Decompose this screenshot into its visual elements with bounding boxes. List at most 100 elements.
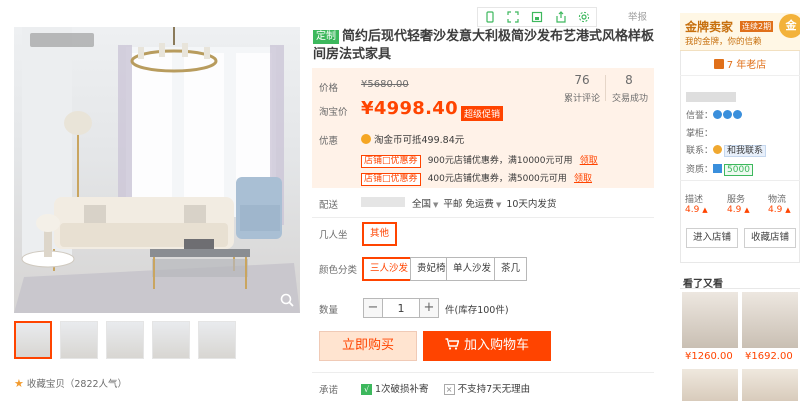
- service-item-1[interactable]: 1次破损补寄: [375, 384, 429, 395]
- also-viewed-item-4[interactable]: [742, 369, 798, 401]
- coupon-claim-link[interactable]: 领取: [574, 174, 592, 184]
- diamond-icon: [713, 110, 723, 119]
- also-viewed-item-2[interactable]: [742, 292, 798, 348]
- sale-price-label: 淘宝价: [319, 107, 348, 118]
- thumbnail-3[interactable]: [106, 321, 144, 359]
- stock-text: 件(库存100件): [445, 305, 509, 316]
- license-icon: [713, 164, 723, 173]
- cart-icon: [445, 338, 460, 350]
- share-icon[interactable]: [555, 11, 567, 23]
- credit-row: 信誉：: [686, 108, 743, 121]
- divider: [680, 180, 800, 181]
- also-viewed-price-2: ¥1692.00: [745, 351, 793, 362]
- thumbnail-strip: [14, 321, 304, 363]
- shop-icon: [713, 59, 724, 69]
- arrow-up-icon: ▲: [785, 206, 791, 214]
- arrow-up-icon: ▲: [702, 206, 708, 214]
- thumbnail-4[interactable]: [152, 321, 190, 359]
- quantity-input[interactable]: [383, 298, 419, 318]
- chevron-down-icon: ▼: [433, 201, 439, 209]
- reviews-count[interactable]: 76: [566, 73, 598, 87]
- color-label: 颜色分类: [319, 265, 358, 276]
- promo-label: 优惠: [319, 136, 339, 147]
- coupon-claim-link[interactable]: 领取: [580, 156, 598, 166]
- shipping-label: 配送: [319, 200, 339, 211]
- keeper-label: 掌柜：: [686, 129, 714, 139]
- contact-seller-link[interactable]: 和我联系: [724, 145, 767, 157]
- option-seats-other[interactable]: 其他: [362, 222, 398, 246]
- reviews-label[interactable]: 累计评论: [562, 91, 602, 104]
- gold-streak-badge: 连续2期: [740, 21, 774, 32]
- product-title-text: 简约后现代轻奢沙发意大利极简沙发布艺港式风格样板间房法式家具: [313, 29, 655, 62]
- phone-icon[interactable]: [484, 11, 496, 23]
- deposit-badge[interactable]: 5000: [724, 164, 753, 176]
- coupon-tag: 店铺□优惠券: [361, 155, 421, 168]
- score-desc-value: 4.9 ▲: [685, 205, 708, 215]
- qualification-row: 资质： 5000: [686, 162, 753, 176]
- original-price: ¥5680.00: [361, 79, 409, 90]
- gold-seller-title: 金牌卖家: [685, 20, 734, 34]
- coupon-1: 店铺□优惠券 900元店铺优惠券，满10000元可用 领取: [361, 153, 598, 168]
- stat-divider: [605, 75, 606, 101]
- also-viewed-price-1: ¥1260.00: [685, 351, 733, 362]
- settings-icon[interactable]: [578, 11, 590, 23]
- gold-medal-icon: 金: [779, 14, 800, 38]
- enter-shop-button[interactable]: 进入店铺: [686, 228, 738, 248]
- shipping-method: 平邮 免运费: [443, 199, 494, 210]
- star-icon: ★: [14, 376, 24, 390]
- shipping-eta: 10天内发货: [506, 199, 557, 210]
- add-to-cart-button[interactable]: 加入购物车: [423, 331, 551, 361]
- share-toolbar: [477, 7, 597, 27]
- favorite-item[interactable]: ★ 收藏宝贝（2822人气）: [14, 376, 127, 391]
- shop-age: 7 年老店: [680, 56, 800, 76]
- shop-name-blurred[interactable]: [686, 92, 736, 102]
- service-label: 承诺: [319, 385, 339, 396]
- thumbnail-1[interactable]: [14, 321, 52, 359]
- option-single-sofa[interactable]: 单人沙发: [446, 257, 499, 281]
- also-viewed-item-1[interactable]: [682, 292, 738, 348]
- save-icon[interactable]: [531, 11, 543, 23]
- divider: [312, 372, 654, 373]
- save-shop-button[interactable]: 收藏店铺: [744, 228, 796, 248]
- coupon-text: 400元店铺优惠券，满5000元可用: [427, 174, 567, 184]
- score-service-value: 4.9 ▲: [727, 205, 750, 215]
- thumbnail-5[interactable]: [198, 321, 236, 359]
- contact-row: 联系： 和我联系: [686, 143, 767, 157]
- service-item-2[interactable]: 不支持7天无理由: [458, 384, 531, 395]
- shop-age-text: 7 年老店: [726, 60, 767, 71]
- option-coffee-table[interactable]: 茶几: [494, 257, 528, 281]
- score-desc-label: 描述: [685, 195, 704, 205]
- shipping-region[interactable]: 全国: [412, 199, 431, 210]
- coupon-text: 900元店铺优惠券，满10000元可用: [427, 156, 573, 166]
- coin-text: 淘金币可抵499.84元: [374, 135, 465, 146]
- shipping-origin-blurred: [361, 197, 405, 207]
- score-logistics-label: 物流: [768, 195, 787, 205]
- divider: [312, 217, 654, 218]
- zoom-icon[interactable]: [280, 293, 294, 307]
- expand-icon[interactable]: [507, 11, 519, 23]
- also-viewed-item-3[interactable]: [682, 369, 738, 401]
- thumbnail-2[interactable]: [60, 321, 98, 359]
- coin-offer: 淘金币可抵499.84元: [361, 132, 464, 146]
- qualification-label: 资质：: [686, 165, 714, 175]
- divider: [680, 288, 800, 289]
- deals-count: 8: [625, 73, 633, 87]
- coupon-tag: 店铺□优惠券: [361, 173, 421, 186]
- deals-label: 交易成功: [611, 94, 648, 104]
- diamond-icon: [723, 110, 733, 119]
- arrow-up-icon: ▲: [744, 206, 750, 214]
- shop-watermark: [30, 33, 94, 47]
- no-return-icon: ×: [443, 384, 455, 395]
- shipping-info: 全国 ▼ 平邮 免运费 ▼ 10天内发货: [412, 196, 556, 210]
- product-title: 定制 简约后现代轻奢沙发意大利极简沙发布艺港式风格样板间房法式家具: [313, 28, 663, 64]
- custom-tag: 定制: [313, 30, 339, 44]
- option-three-seat-sofa[interactable]: 三人沙发: [362, 257, 417, 281]
- quantity-decrease-button[interactable]: −: [363, 298, 383, 318]
- score-logistics-value: 4.9 ▲: [768, 205, 791, 215]
- gold-seller-slogan: 我的金牌，你的信赖: [685, 37, 762, 47]
- living-room-photo: [14, 27, 300, 313]
- quantity-increase-button[interactable]: +: [419, 298, 439, 318]
- buy-now-button[interactable]: 立即购买: [319, 331, 417, 361]
- report-link[interactable]: 举报: [628, 9, 647, 23]
- main-product-image[interactable]: [14, 27, 300, 313]
